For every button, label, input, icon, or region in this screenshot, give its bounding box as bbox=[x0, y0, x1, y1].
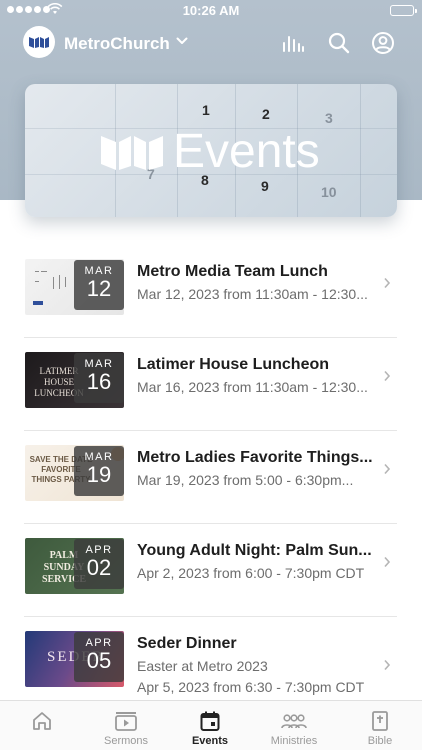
sermons-icon bbox=[115, 712, 137, 731]
event-title: Young Adult Night: Palm Sun... bbox=[137, 542, 372, 559]
event-title: Seder Dinner bbox=[137, 635, 237, 652]
events-banner: 1 2 3 8 9 10 7 Events bbox=[25, 84, 397, 217]
calendar-number: 2 bbox=[262, 106, 270, 122]
event-day: 02 bbox=[86, 555, 112, 580]
event-date-badge: MAR 16 bbox=[74, 353, 124, 403]
church-name[interactable]: MetroChurch bbox=[64, 34, 170, 54]
event-day: 05 bbox=[86, 648, 112, 673]
event-row[interactable]: PALM SUNDAY SERVICE APR 02 Young Adult N… bbox=[24, 524, 397, 617]
tab-label: Sermons bbox=[103, 735, 149, 747]
event-title: Latimer House Luncheon bbox=[137, 356, 330, 373]
event-row[interactable]: MAR 12 Metro Media Team Lunch Mar 12, 20… bbox=[24, 245, 397, 338]
calendar-number: 10 bbox=[321, 184, 337, 200]
event-row[interactable]: SAVE THE DATE FAVORITE THINGS PARTY MAR … bbox=[24, 431, 397, 524]
chevron-right-icon bbox=[384, 277, 391, 289]
banner-title-text: Events bbox=[173, 125, 320, 178]
calendar-gridline bbox=[360, 84, 361, 217]
event-datetime: Mar 19, 2023 from 5:00 - 6:30pm... bbox=[137, 472, 354, 488]
chevron-right-icon bbox=[384, 659, 391, 671]
status-time: 10:26 AM bbox=[182, 3, 240, 18]
event-row[interactable]: LATIMER HOUSE LUNCHEON MAR 16 Latimer Ho… bbox=[24, 338, 397, 431]
church-logo[interactable] bbox=[23, 26, 55, 58]
app-header: MetroChurch bbox=[0, 26, 422, 62]
tab-label: Events bbox=[191, 735, 229, 747]
tab-events[interactable]: Events bbox=[168, 701, 252, 750]
tab-label: Ministries bbox=[270, 735, 318, 747]
equalizer-icon[interactable] bbox=[281, 31, 305, 55]
church-logo-icon bbox=[101, 135, 163, 170]
tab-sermons[interactable]: Sermons bbox=[84, 701, 168, 750]
event-datetime: Mar 12, 2023 from 11:30am - 12:30... bbox=[137, 286, 368, 302]
event-datetime: Mar 16, 2023 from 11:30am - 12:30... bbox=[137, 379, 368, 395]
event-date-badge: MAR 19 bbox=[74, 446, 124, 496]
banner-title: Events bbox=[99, 124, 320, 179]
account-icon[interactable] bbox=[371, 31, 395, 55]
event-datetime: Apr 2, 2023 from 6:00 - 7:30pm CDT bbox=[137, 565, 365, 581]
status-bar: 10:26 AM bbox=[0, 0, 422, 22]
calendar-number: 1 bbox=[202, 102, 210, 118]
event-datetime: Apr 5, 2023 from 6:30 - 7:30pm CDT bbox=[137, 679, 365, 695]
tab-bar: Sermons Events Ministries Bible bbox=[0, 700, 422, 750]
chevron-right-icon bbox=[384, 370, 391, 382]
calendar-number: 9 bbox=[261, 178, 269, 194]
search-icon[interactable] bbox=[327, 31, 351, 55]
church-logo-icon bbox=[29, 37, 49, 48]
event-date-badge: MAR 12 bbox=[74, 260, 124, 310]
event-subtitle: Easter at Metro 2023 bbox=[137, 658, 268, 674]
event-date-badge: APR 05 bbox=[74, 632, 124, 682]
event-day: 12 bbox=[86, 276, 112, 301]
events-list: MAR 12 Metro Media Team Lunch Mar 12, 20… bbox=[24, 245, 397, 710]
event-date-badge: APR 02 bbox=[74, 539, 124, 589]
bible-icon bbox=[372, 711, 388, 731]
chevron-down-icon[interactable] bbox=[175, 34, 189, 48]
event-title: Metro Media Team Lunch bbox=[137, 263, 328, 280]
event-row[interactable]: SEDER APR 05 Seder Dinner Easter at Metr… bbox=[24, 617, 397, 710]
event-day: 19 bbox=[86, 462, 112, 487]
event-day: 16 bbox=[86, 369, 112, 394]
ministries-icon bbox=[281, 714, 307, 729]
chevron-right-icon bbox=[384, 463, 391, 475]
tab-label: Bible bbox=[367, 735, 393, 747]
chevron-right-icon bbox=[384, 556, 391, 568]
home-icon bbox=[33, 712, 51, 730]
events-icon bbox=[200, 711, 220, 731]
tab-ministries[interactable]: Ministries bbox=[252, 701, 336, 750]
event-title: Metro Ladies Favorite Things... bbox=[137, 449, 373, 466]
tab-bible[interactable]: Bible bbox=[338, 701, 422, 750]
battery-icon bbox=[390, 5, 417, 16]
tab-home[interactable] bbox=[0, 701, 84, 750]
calendar-number: 3 bbox=[325, 110, 333, 126]
